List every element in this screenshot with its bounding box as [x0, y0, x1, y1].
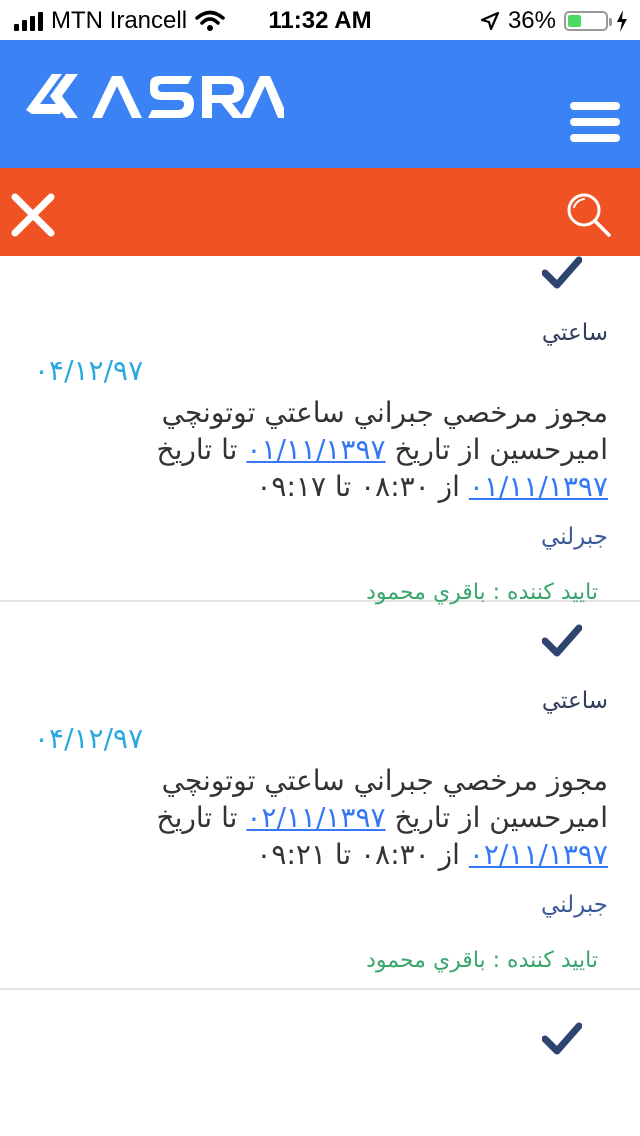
- charging-bolt-icon: [617, 10, 627, 32]
- hamburger-menu-button[interactable]: [570, 102, 620, 146]
- approver-label: تاييد كننده : باقري محمود: [366, 948, 598, 973]
- battery-level: [568, 15, 581, 27]
- desc-text: تا تاريخ: [156, 801, 247, 834]
- close-icon[interactable]: [10, 192, 56, 238]
- request-description: مجوز مرخصي جبراني ساعتي توتونچي اميرحسين…: [118, 394, 608, 505]
- status-bar: MTN Irancell 11:32 AM 36%: [0, 0, 640, 40]
- desc-text: تا تاريخ: [156, 433, 247, 466]
- request-type: ساعتي: [541, 320, 608, 346]
- request-category: جبرلني: [541, 524, 608, 550]
- list-item[interactable]: ساعتي ۰۴/۱۲/۹۷ مجوز مرخصي جبراني ساعتي ت…: [0, 256, 640, 605]
- location-arrow-icon: [480, 11, 500, 31]
- search-bar: [0, 168, 640, 256]
- battery-percent: 36%: [507, 7, 556, 34]
- request-description: مجوز مرخصي جبراني ساعتي توتونچي اميرحسين…: [118, 762, 608, 873]
- request-date: ۰۴/۱۲/۹۷: [34, 354, 144, 387]
- list-item[interactable]: ساعتي ۰۴/۱۲/۹۷ مجوز مرخصي جبراني ساعتي ت…: [0, 602, 640, 990]
- to-date-link[interactable]: ۰۱/۱۱/۱۳۹۷: [469, 470, 608, 503]
- leave-request-list: ساعتي ۰۴/۱۲/۹۷ مجوز مرخصي جبراني ساعتي ت…: [0, 256, 640, 1136]
- battery-icon: [564, 11, 612, 31]
- to-date-link[interactable]: ۰۲/۱۱/۱۳۹۷: [469, 838, 608, 871]
- status-right: 36%: [480, 7, 628, 35]
- request-category: جبرلني: [541, 892, 608, 918]
- list-item[interactable]: [0, 990, 640, 1136]
- request-type: ساعتي: [541, 688, 608, 714]
- desc-text: از ۰۸:۳۰ تا ۰۹:۱۷: [256, 470, 469, 503]
- from-date-link[interactable]: ۰۱/۱۱/۱۳۹۷: [246, 433, 385, 466]
- kasra-logo: [26, 74, 284, 118]
- search-icon[interactable]: [564, 190, 612, 238]
- request-date: ۰۴/۱۲/۹۷: [34, 722, 144, 755]
- desc-text: از ۰۸:۳۰ تا ۰۹:۲۱: [256, 838, 469, 871]
- approved-check-icon: [542, 256, 582, 289]
- from-date-link[interactable]: ۰۲/۱۱/۱۳۹۷: [246, 801, 385, 834]
- approved-check-icon: [542, 1022, 582, 1055]
- app-header: [0, 40, 640, 168]
- approved-check-icon: [542, 624, 582, 657]
